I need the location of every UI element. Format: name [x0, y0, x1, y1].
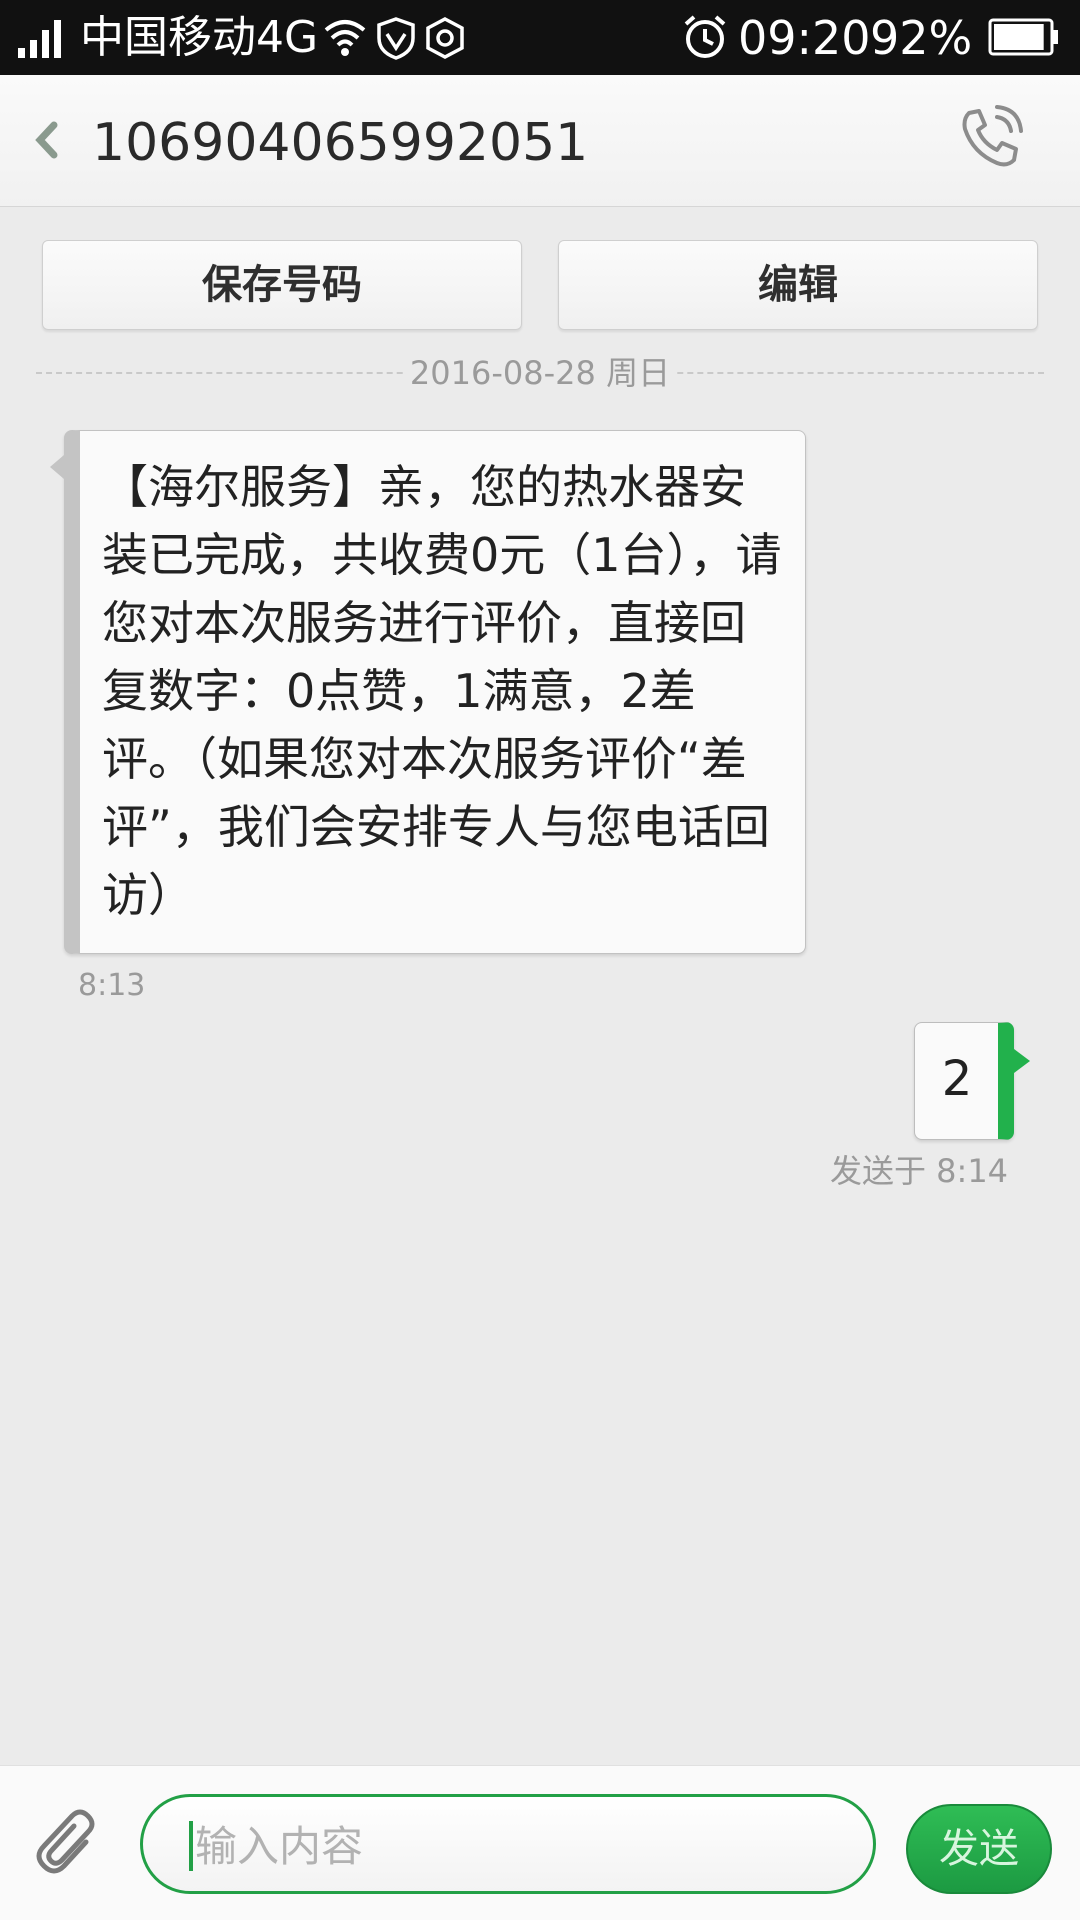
incoming-message-text: 【海尔服务】亲，您的热水器安装已完成，共收费0元（1台），请您对本次服务进行评价…	[102, 460, 782, 922]
bubble-tail	[50, 455, 64, 479]
incoming-message-time: 8:13	[78, 968, 146, 1003]
edit-button[interactable]: 编辑	[558, 240, 1038, 330]
alarm-icon	[684, 15, 726, 58]
bubble-tail	[1014, 1049, 1030, 1073]
outgoing-message-bubble[interactable]: 2	[914, 1022, 1030, 1140]
conversation-header: 106904065992051	[0, 75, 1080, 207]
messaging-screen: 中国移动4G 09:20 92% 106904065992051 保存号码 编辑…	[0, 0, 1080, 1920]
shield-icon	[377, 17, 415, 60]
composer-bar: 发送	[0, 1765, 1080, 1920]
status-bar: 中国移动4G 09:20 92%	[0, 0, 1080, 75]
outgoing-message-text: 2	[941, 1051, 973, 1107]
paperclip-icon[interactable]	[34, 1808, 104, 1880]
contact-number: 106904065992051	[92, 113, 589, 173]
wifi-icon	[324, 20, 366, 56]
save-number-button[interactable]: 保存号码	[42, 240, 522, 330]
text-cursor	[189, 1821, 193, 1871]
date-divider: 2016-08-28 周日	[36, 350, 1044, 396]
send-button[interactable]: 发送	[906, 1804, 1052, 1894]
battery-percent: 92%	[870, 11, 973, 65]
message-input[interactable]	[195, 1811, 835, 1881]
clock-time: 09:20	[738, 11, 871, 65]
carrier-label: 中国移动4G	[80, 12, 319, 63]
phone-icon[interactable]	[955, 103, 1027, 175]
battery-icon	[988, 18, 1058, 56]
message-input-field[interactable]	[140, 1794, 876, 1894]
incoming-message-bubble[interactable]: 【海尔服务】亲，您的热水器安装已完成，共收费0元（1台），请您对本次服务进行评价…	[50, 430, 806, 954]
conversation-date: 2016-08-28 周日	[405, 350, 675, 396]
back-chevron-icon[interactable]	[30, 115, 60, 165]
signal-icon	[18, 20, 61, 58]
outgoing-message-time: 发送于 8:14	[830, 1152, 1009, 1190]
hexagon-icon	[426, 17, 464, 59]
